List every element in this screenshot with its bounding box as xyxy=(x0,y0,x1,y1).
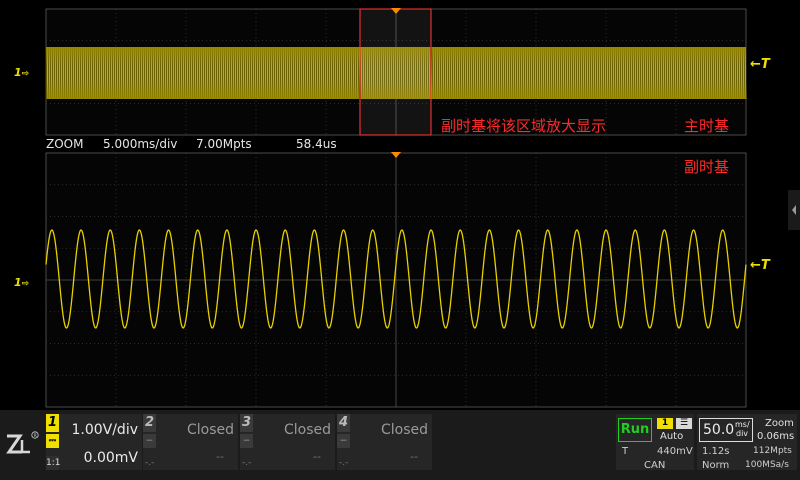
timebase-box[interactable]: 50.0 ms/ div xyxy=(699,418,753,442)
trigger-label: T xyxy=(622,446,629,457)
channel1-offset[interactable]: 0.00mV xyxy=(60,450,138,466)
channel1-number: 1 xyxy=(46,414,59,432)
main-trigger-level-marker[interactable]: ←T xyxy=(750,57,770,72)
annotation-main-timebase: 主时基 xyxy=(684,117,730,135)
channel3-probe-ratio: -.- xyxy=(242,458,252,468)
sample-rate: 100MSa/s xyxy=(745,460,789,470)
trigger-mode: Auto xyxy=(660,431,684,442)
annotation-zoom-timebase: 副时基 xyxy=(684,158,730,176)
channel4-number: 4 xyxy=(337,414,350,432)
channel2-probe-ratio: -.- xyxy=(145,458,155,468)
ground-arrow-icon: ⇨ xyxy=(21,279,30,289)
channel-number: 1 xyxy=(14,66,22,79)
acquisition-time: 1.12s xyxy=(702,446,730,457)
channel1-probe-ratio: 1:1 xyxy=(46,456,61,470)
acquisition-mode: Norm xyxy=(702,460,730,471)
left-arrow-icon: ← xyxy=(750,258,761,273)
zoom-time: 0.06ms xyxy=(757,431,795,442)
timebase-unit-top: ms/ xyxy=(735,420,750,429)
channel3-number: 3 xyxy=(240,414,253,432)
zoom-info-bar: ZOOM 5.000ms/div 7.00Mpts 58.4us xyxy=(46,137,746,152)
channel3-status: Closed xyxy=(283,422,331,438)
run-stop-indicator[interactable]: Run xyxy=(618,418,652,442)
channel2-status: Closed xyxy=(186,422,234,438)
memory-points: 112Mpts xyxy=(753,446,792,456)
timebase-value: 50.0 xyxy=(703,422,735,438)
timebase-unit-bottom: div xyxy=(736,429,749,438)
zoom-label: Zoom xyxy=(765,418,794,429)
zoom-timebase: 5.000ms/div xyxy=(103,137,178,151)
trigger-level: 440mV xyxy=(657,446,693,457)
trigger-label: T xyxy=(760,57,770,72)
main-channel1-marker[interactable]: 1⇨ xyxy=(14,66,29,79)
channel4-status: Closed xyxy=(380,422,428,438)
channel3-coupling-icon: − xyxy=(240,434,253,448)
channel3-value: -- xyxy=(313,450,321,463)
ground-arrow-icon: ⇨ xyxy=(21,69,30,79)
zlg-logo-icon: R xyxy=(6,431,39,454)
channel1-coupling-icon: ⎓ xyxy=(46,434,59,448)
svg-text:R: R xyxy=(34,433,37,439)
zoom-window-region xyxy=(359,8,432,136)
channel4-probe-ratio: -.- xyxy=(339,458,349,468)
annotation-zoom-region: 副时基将该区域放大显示 xyxy=(441,117,607,135)
zoom-mode-label: ZOOM xyxy=(46,137,84,151)
zoom-delay: 58.4us xyxy=(296,137,337,151)
channel4-value: -- xyxy=(410,450,418,463)
left-arrow-icon: ← xyxy=(750,57,761,72)
zoom-trigger-level-marker[interactable]: ←T xyxy=(750,258,770,273)
zoom-memory-depth: 7.00Mpts xyxy=(196,137,252,151)
zoom-channel1-marker[interactable]: 1⇨ xyxy=(14,276,29,289)
channel2-coupling-icon: − xyxy=(143,434,156,448)
channel4-coupling-icon: − xyxy=(337,434,350,448)
channel-number: 1 xyxy=(14,276,22,289)
run-state-label: Run xyxy=(620,422,650,437)
main-waveform-view[interactable] xyxy=(0,0,800,480)
trigger-edge-icon: ☰ xyxy=(676,418,692,429)
trigger-source-badge: 1 xyxy=(657,418,673,429)
trigger-label: T xyxy=(760,258,770,273)
bus-label: CAN xyxy=(644,460,666,471)
channel2-value: -- xyxy=(216,450,224,463)
zlg-logo: R xyxy=(4,430,40,460)
channel2-number: 2 xyxy=(143,414,156,432)
channel1-scale[interactable]: 1.00V/div xyxy=(60,422,138,438)
